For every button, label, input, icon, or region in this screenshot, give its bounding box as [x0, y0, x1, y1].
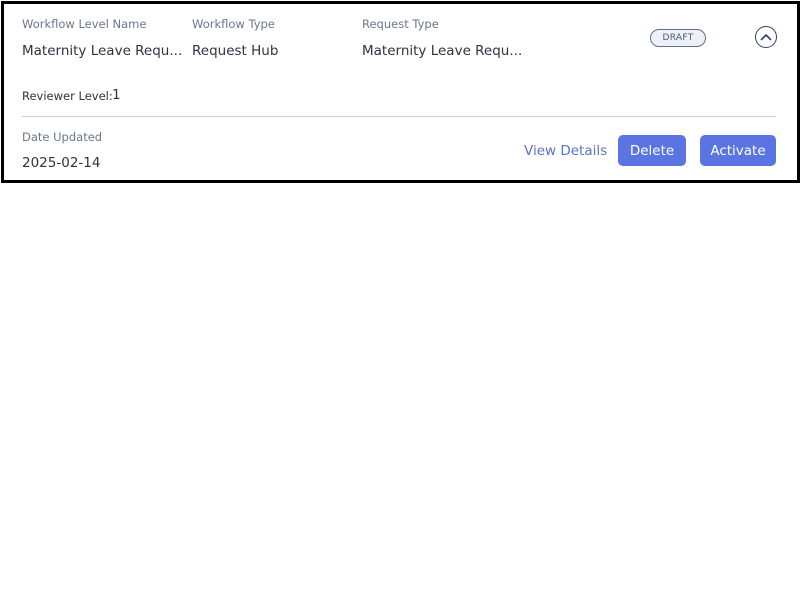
collapse-button[interactable]: [755, 26, 777, 48]
workflow-level-name-value: Maternity Leave Requ...: [22, 43, 183, 59]
workflow-type-label: Workflow Type: [192, 17, 275, 31]
delete-button[interactable]: Delete: [618, 135, 686, 166]
date-updated-value: 2025-02-14: [22, 155, 101, 171]
workflow-type-value: Request Hub: [192, 43, 279, 59]
status-badge: DRAFT: [650, 29, 706, 47]
date-updated-label: Date Updated: [22, 130, 103, 144]
reviewer-level-label: Reviewer Level:: [22, 89, 113, 103]
activate-button[interactable]: Activate: [700, 135, 776, 166]
request-type-label: Request Type: [362, 17, 439, 31]
reviewer-level-value: 1: [112, 87, 121, 103]
request-type-value: Maternity Leave Requ...: [362, 43, 523, 59]
chevron-up-icon: [760, 34, 772, 41]
view-details-link[interactable]: View Details: [524, 143, 607, 159]
divider: [22, 116, 776, 117]
workflow-card: Workflow Level Name Maternity Leave Requ…: [1, 1, 800, 183]
workflow-level-name-label: Workflow Level Name: [22, 17, 147, 31]
